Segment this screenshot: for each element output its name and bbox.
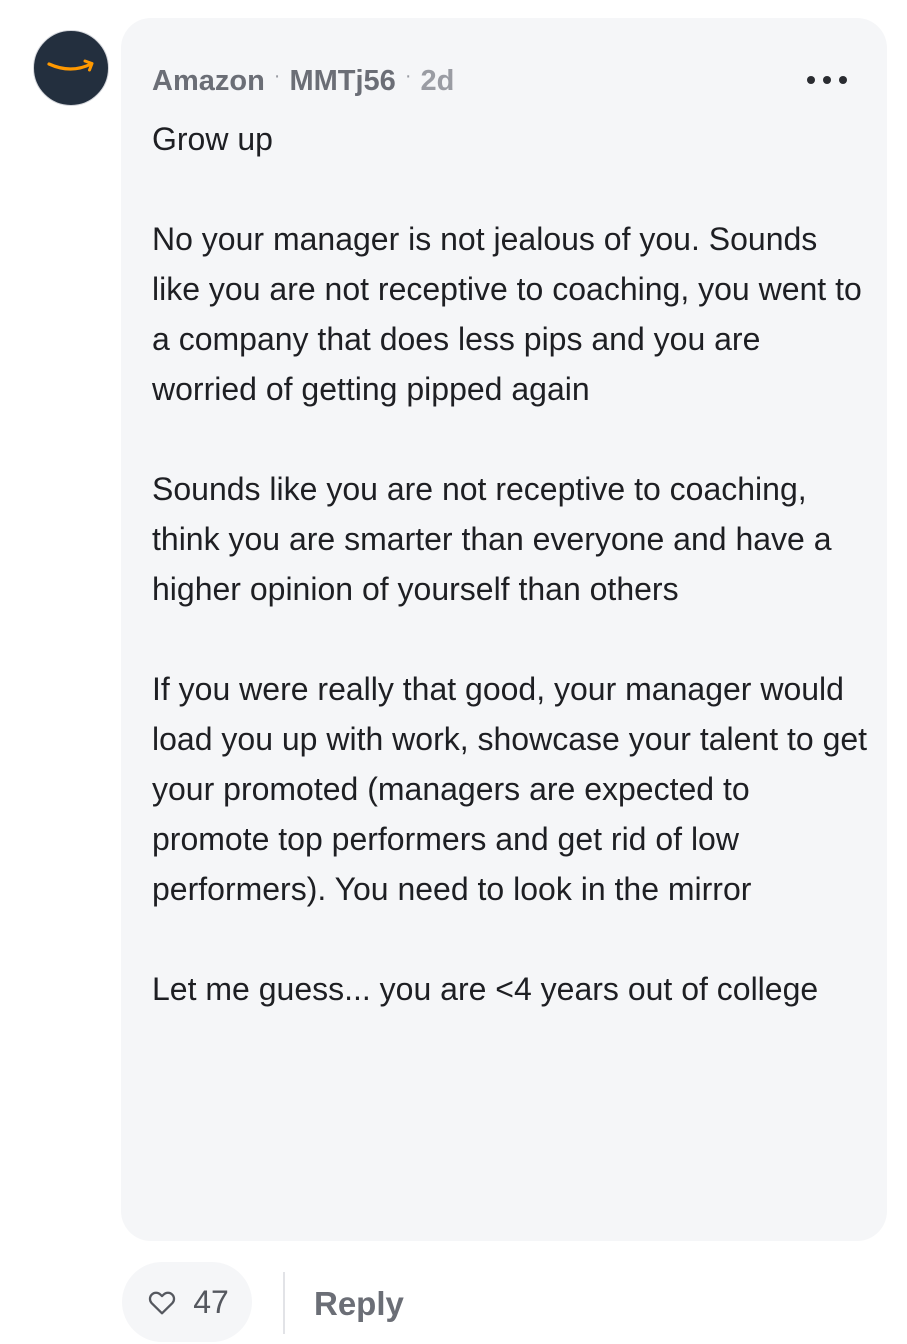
comment-paragraph: No your manager is not jealous of you. S… [152,221,862,407]
company-name[interactable]: Amazon [152,65,265,97]
reply-button[interactable]: Reply [314,1282,404,1326]
heart-outline-icon [149,1291,176,1315]
timestamp: 2d [420,65,455,97]
like-count: 47 [193,1283,229,1320]
more-horizontal-icon-dot [839,76,847,84]
more-options-button[interactable] [807,65,847,95]
meta-separator: · [273,65,281,87]
action-divider [283,1272,285,1334]
comment-paragraph: Grow up [152,121,273,157]
comment-meta: Amazon · MMTj56 · 2d [152,63,454,102]
username[interactable]: MMTj56 [289,65,395,97]
comment-paragraph: If you were really that good, your manag… [152,671,868,907]
more-horizontal-icon-dot [823,76,831,84]
comment-bubble: Amazon · MMTj56 · 2d Grow up No your manager… [121,18,887,1241]
comment-body: Grow up No your manager is not jealous o… [152,114,872,1014]
comment-paragraph: Let me guess... you are <4 years out of … [152,971,819,1007]
comment-paragraph: Sounds like you are not receptive to coa… [152,471,832,607]
more-horizontal-icon-dot [807,76,815,84]
like-button[interactable]: 47 [122,1262,252,1342]
avatar[interactable] [33,30,109,106]
meta-separator: · [404,65,412,87]
amazon-smile-icon [47,59,94,72]
